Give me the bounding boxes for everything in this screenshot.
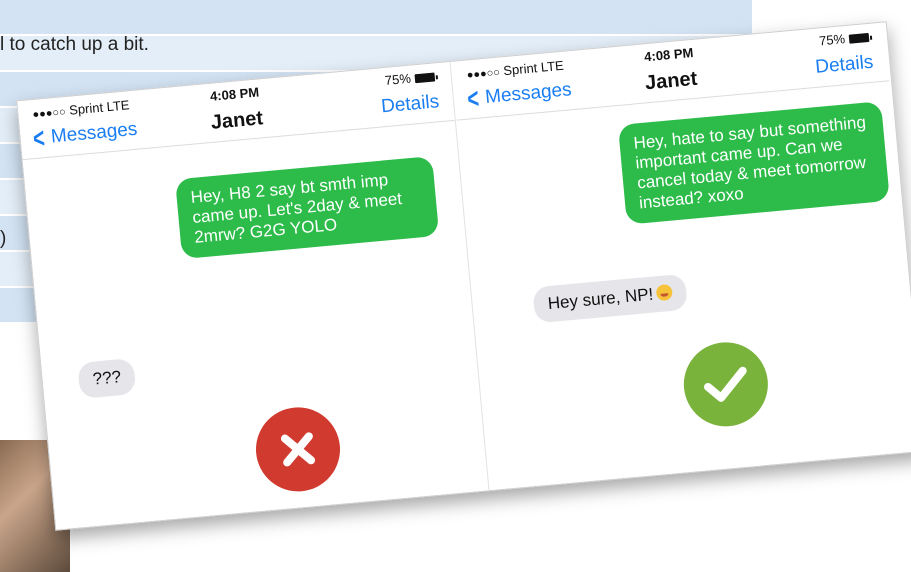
x-mark-glyph (280, 432, 316, 467)
x-icon (252, 403, 344, 496)
slide-text-fragment: ) (0, 228, 7, 249)
battery-indicator: 75% (384, 68, 436, 88)
battery-percent: 75% (384, 70, 412, 88)
incoming-message-bubble: Hey sure, NP! (532, 273, 688, 324)
phone-screenshot-good: ●●●○○ Sprint LTE 4:08 PM 75% < Messages … (451, 22, 911, 491)
incoming-message-bubble: ??? (77, 357, 137, 399)
smiling-emoji-icon (655, 283, 673, 302)
outgoing-message-bubble: Hey, H8 2 say bt smth imp came up. Let's… (175, 156, 440, 260)
table-row (0, 0, 752, 36)
incoming-message-text: Hey sure, NP! (546, 284, 655, 314)
outgoing-message-bubble: Hey, hate to say but something important… (617, 101, 890, 225)
comparison-card: ●●●○○ Sprint LTE 4:08 PM 75% < Messages … (16, 21, 911, 531)
battery-icon (414, 72, 436, 84)
phone-screenshot-bad: ●●●○○ Sprint LTE 4:08 PM 75% < Messages … (17, 61, 490, 530)
check-icon (680, 338, 772, 430)
slide-text-line: l to catch up a bit. (0, 34, 149, 55)
battery-percent: 75% (818, 31, 846, 49)
battery-icon (848, 33, 870, 44)
battery-indicator: 75% (818, 29, 870, 49)
check-mark-glyph (704, 366, 747, 402)
